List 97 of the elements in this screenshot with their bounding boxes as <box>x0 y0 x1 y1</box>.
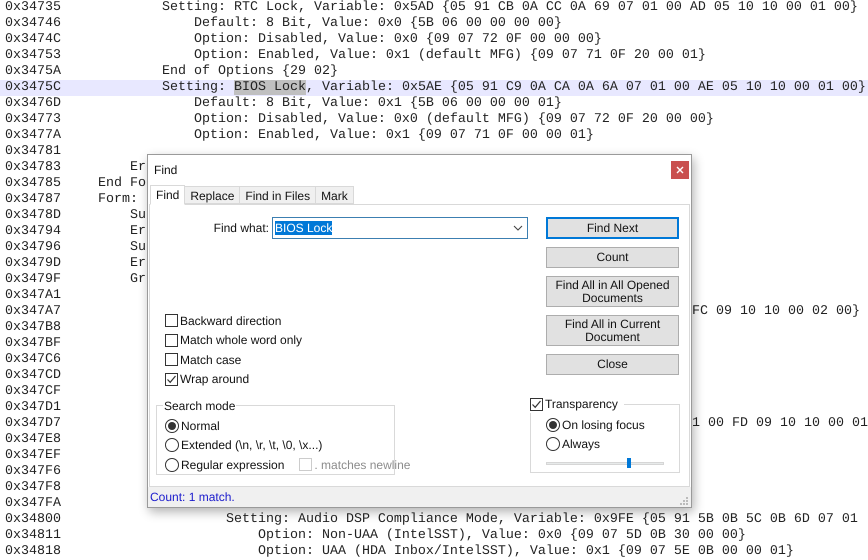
tab[interactable]: Find <box>150 185 186 205</box>
code-line: 1 00 FD 09 10 10 00 01 <box>692 416 868 432</box>
dialog-button[interactable]: Find All in Current Document <box>546 315 679 346</box>
line-address: 0x3478D <box>4 208 62 224</box>
line-address: 0x34735 <box>4 0 62 16</box>
line-address: 0x3479D <box>4 256 62 272</box>
checkbox[interactable] <box>165 334 178 347</box>
radio-label: Extended (\n, \r, \t, \0, \x...) <box>181 437 322 454</box>
line-address: 0x3477A <box>4 128 62 144</box>
line-address: 0x347D1 <box>4 400 62 416</box>
line-address: 0x34773 <box>4 112 62 128</box>
line-address: 0x34785 <box>4 176 62 192</box>
radio-label: Normal <box>181 418 220 435</box>
line-address: 0x347BF <box>4 336 62 352</box>
radio-button[interactable] <box>546 437 560 452</box>
close-icon <box>676 166 684 174</box>
checkbox-label: Match whole word only <box>180 332 302 350</box>
line-address: 0x347D7 <box>4 416 62 432</box>
checkbox-label: Match case <box>180 352 242 369</box>
line-address: 0x347F6 <box>4 464 62 480</box>
line-address: 0x34818 <box>4 544 62 560</box>
code-line: End Fo <box>98 176 146 192</box>
line-address: 0x347CD <box>4 368 62 384</box>
dialog-title: Find <box>154 162 178 178</box>
code-line: Default: 8 Bit, Value: 0x0 {5B 06 00 00 00 00} <box>192 16 562 32</box>
line-address: 0x3476D <box>4 96 62 112</box>
code-line: Option: Enabled, Value: 0x1 (default MFG) {09 07 71 0F 20 00 01} <box>192 48 706 64</box>
line-address: 0x34800 <box>4 512 62 528</box>
dialog-button[interactable]: Count <box>546 247 679 268</box>
line-address: 0x34794 <box>4 224 62 240</box>
code-line: Setting: BIOS Lock, Variable: 0x5AE {05 91 C9 0A CA 0A 6A 07 01 00 AE 05 10 10 00 01 00} <box>160 80 866 96</box>
line-address: 0x347CF <box>4 384 62 400</box>
code-line: Er <box>128 160 146 176</box>
radio-label: Regular expression <box>181 456 284 474</box>
chevron-down-icon <box>513 225 523 231</box>
tab[interactable]: Find in Files <box>240 186 316 204</box>
line-address: 0x34787 <box>4 192 62 208</box>
radio-label: On losing focus <box>562 416 645 434</box>
tab[interactable]: Mark <box>316 186 354 204</box>
code-line: End of Options {29 02} <box>160 64 338 80</box>
line-address: 0x347C6 <box>4 352 62 368</box>
line-address: 0x3474C <box>4 32 62 48</box>
dialog-button[interactable]: Close <box>546 354 679 375</box>
line-address: 0x34746 <box>4 16 62 32</box>
line-address: 0x3475C <box>4 80 62 96</box>
line-address: 0x34783 <box>4 160 62 176</box>
line-address: 0x347E8 <box>4 432 62 448</box>
line-address: 0x347EF <box>4 448 62 464</box>
line-address: 0x347A1 <box>4 288 62 304</box>
close-button[interactable] <box>671 160 689 178</box>
slider-thumb[interactable] <box>626 458 631 468</box>
find-what-label: Find what: <box>212 220 270 237</box>
code-line: FC 09 10 10 00 02 00} <box>692 304 860 320</box>
code-line: Setting: RTC Lock, Variable: 0x5AD {05 91 CB 0A CC 0A 69 07 01 00 AD 05 10 10 00 01 00} <box>160 0 858 16</box>
checkbox-label: Transparency <box>545 396 618 413</box>
checkbox[interactable] <box>165 372 178 386</box>
code-line: Option: UAA (HDA Inbox/IntelSST), Value: 0x1 {09 07 5E 0B 00 00 01} <box>256 544 794 560</box>
dialog-button[interactable]: Find Next <box>546 217 679 239</box>
checkbox[interactable] <box>165 353 178 366</box>
line-address: 0x34811 <box>4 528 62 544</box>
radio-button[interactable] <box>546 418 560 432</box>
line-address: 0x3475A <box>4 64 62 80</box>
code-line: Su <box>128 208 146 224</box>
line-address: 0x347A7 <box>4 304 62 320</box>
resize-grip-icon <box>680 497 688 505</box>
line-address: 0x34796 <box>4 240 62 256</box>
code-line: Er <box>128 224 146 240</box>
code-line: Su <box>128 240 146 256</box>
line-address: 0x34753 <box>4 48 62 64</box>
checkbox-label: Wrap around <box>180 371 250 388</box>
code-line: Default: 8 Bit, Value: 0x1 {5B 06 00 00 00 01} <box>192 96 562 112</box>
code-line: Option: Disabled, Value: 0x0 (default MFG) {09 07 72 0F 20 00 00} <box>192 112 714 128</box>
dialog-button[interactable]: Find All in All Opened Documents <box>546 276 679 307</box>
tab[interactable]: Replace <box>185 186 240 204</box>
line-address: 0x347FA <box>4 496 62 512</box>
transparency-slider[interactable] <box>546 458 664 468</box>
line-address: 0x3479F <box>4 272 62 288</box>
code-line: Option: Non-UAA (IntelSST), Value: 0x0 {09 07 5D 0B 30 00 00} <box>256 528 746 544</box>
code-line: Gr <box>128 272 146 288</box>
line-address: 0x347F8 <box>4 480 62 496</box>
line-address: 0x347B8 <box>4 320 62 336</box>
radio-label: Always <box>562 436 600 454</box>
code-line: Er <box>128 256 146 272</box>
status-text: Count: 1 match. <box>150 489 235 506</box>
code-line: Option: Disabled, Value: 0x0 {09 07 72 0F 00 00 00} <box>192 32 602 48</box>
code-line: Form: <box>98 192 138 208</box>
checkbox[interactable] <box>530 398 543 410</box>
line-address: 0x34781 <box>4 144 62 160</box>
code-line: Setting: Audio DSP Compliance Mode, Variable: 0x9FE {05 91 5B 0B 5C 0B 6D 07 01 <box>224 512 858 528</box>
find-what-combobox[interactable]: BIOS Lock <box>272 217 528 239</box>
checkbox-label: . matches newline <box>314 456 410 474</box>
code-line: Option: Enabled, Value: 0x1 {09 07 71 0F 00 00 01} <box>192 128 594 144</box>
radio-button[interactable] <box>165 438 179 452</box>
checkbox[interactable] <box>165 314 178 328</box>
checkbox-label: Backward direction <box>180 312 282 330</box>
radio-button[interactable] <box>165 458 179 472</box>
radio-button[interactable] <box>165 418 179 433</box>
